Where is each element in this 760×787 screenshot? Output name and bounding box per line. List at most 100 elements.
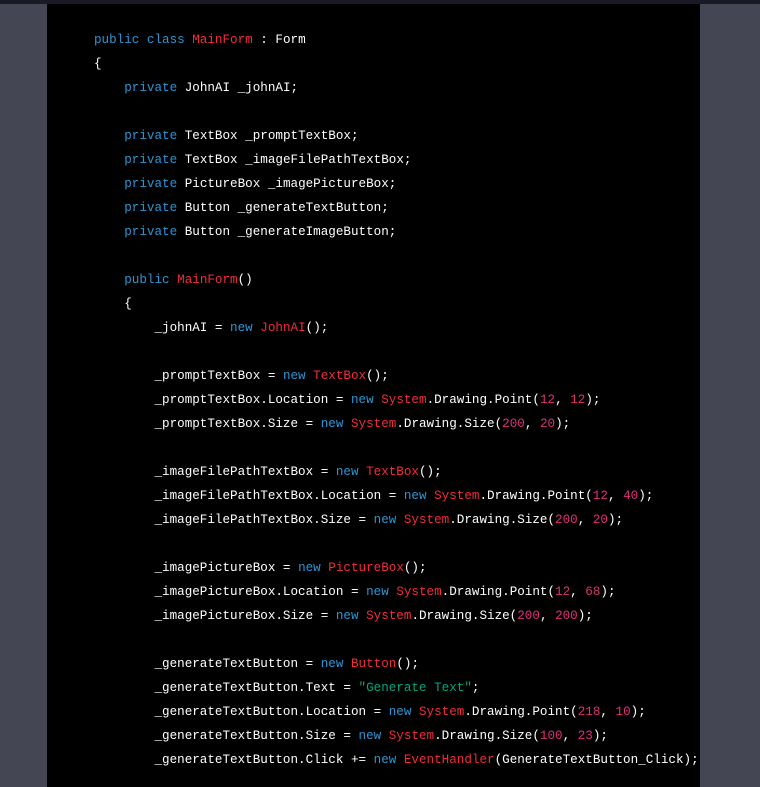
code-token-str: "Generate Text" xyxy=(358,681,472,695)
code-token-kw: new xyxy=(373,513,404,527)
code-token-kw: private xyxy=(94,81,185,95)
code-token-ty: MainForm xyxy=(192,33,253,47)
code-token-num: 12 xyxy=(555,585,571,599)
code-token-pl: _promptTextBox.Size = xyxy=(94,417,321,431)
code-token-pl: .Drawing.Point( xyxy=(441,585,556,599)
code-token-pl: JohnAI _johnAI; xyxy=(184,81,299,95)
code-token-pl: () xyxy=(237,273,253,287)
code-token-pl: _generateTextButton.Text = xyxy=(94,681,359,695)
code-token-ty: System xyxy=(366,609,412,623)
code-token-pl: (); xyxy=(418,465,442,479)
code-token-pl: Button _generateTextButton; xyxy=(184,201,389,215)
code-token-ty: System xyxy=(396,585,442,599)
code-token-kw: new xyxy=(320,417,351,431)
code-token-ty: System xyxy=(418,705,465,719)
code-line: private Button _generateTextButton; xyxy=(94,196,700,220)
code-token-kw: new xyxy=(350,393,382,407)
code-token-ty: System xyxy=(388,729,435,743)
code-token-pl: ); xyxy=(585,393,601,407)
code-token-ty: Button xyxy=(350,657,397,671)
code-line: _generateTextButton.Size = new System.Dr… xyxy=(94,724,700,748)
code-token-ty: TextBox xyxy=(366,465,419,479)
code-token-kw: new xyxy=(230,321,261,335)
code-token-pl: _generateTextButton.Size = xyxy=(94,729,359,743)
code-token-pl: _johnAI = xyxy=(94,321,231,335)
code-token-kw: new xyxy=(320,657,351,671)
code-token-pl: .Drawing.Size( xyxy=(434,729,540,743)
code-token-pl: _generateTextButton.Click += xyxy=(94,753,374,767)
code-token-pl: _promptTextBox.Location = xyxy=(94,393,351,407)
code-token-kw: new xyxy=(358,729,389,743)
code-token-pl: , xyxy=(555,393,571,407)
code-line: private TextBox _imageFilePathTextBox; xyxy=(94,148,700,172)
code-line: public class MainForm : Form xyxy=(94,28,700,52)
code-token-num: 10 xyxy=(615,705,631,719)
code-token-num: 200 xyxy=(555,609,578,623)
code-token-pl: _imageFilePathTextBox.Location = xyxy=(94,489,404,503)
code-token-pl: .Drawing.Point( xyxy=(464,705,578,719)
code-token-pl: PictureBox _imagePictureBox; xyxy=(184,177,397,191)
code-token-ty: MainForm xyxy=(177,273,238,287)
code-token-pl: , xyxy=(607,489,624,503)
code-token-kw: new xyxy=(282,369,314,383)
code-token-pl: ); xyxy=(630,705,646,719)
code-line: _imageFilePathTextBox.Location = new Sys… xyxy=(94,484,700,508)
code-line: { xyxy=(94,292,700,316)
code-token-num: 40 xyxy=(623,489,639,503)
code-content: public class MainForm : Form { private Jo… xyxy=(47,4,700,772)
code-token-ty: JohnAI xyxy=(260,321,306,335)
code-block: public class MainForm : Form { private Jo… xyxy=(47,4,700,787)
code-token-kw: new xyxy=(335,609,367,623)
code-token-pl: _imagePictureBox.Size = xyxy=(94,609,336,623)
code-token-kw: new xyxy=(298,561,329,575)
code-token-pl: _imagePictureBox.Location = xyxy=(94,585,367,599)
code-line: public MainForm() xyxy=(94,268,700,292)
code-token-pl: (); xyxy=(366,369,389,383)
code-token-pl: ); xyxy=(592,729,608,743)
code-token-num: 200 xyxy=(517,609,540,623)
code-token-pl: ); xyxy=(607,513,624,527)
code-line: _promptTextBox.Size = new System.Drawing… xyxy=(94,412,700,436)
code-line: _generateTextButton = new Button(); xyxy=(94,652,700,676)
code-token-pl: , xyxy=(600,705,616,719)
code-line: _generateTextButton.Location = new Syste… xyxy=(94,700,700,724)
code-token-num: 12 xyxy=(570,393,586,407)
code-line: private Button _generateImageButton; xyxy=(94,220,700,244)
code-token-ty: System xyxy=(381,393,427,407)
code-token-pl: .Drawing.Point( xyxy=(479,489,593,503)
code-token-num: 12 xyxy=(539,393,556,407)
code-token-pl: _generateTextButton = xyxy=(94,657,321,671)
code-token-pl: , xyxy=(562,729,578,743)
code-token-kw: private xyxy=(94,153,185,167)
code-token-kw: public class xyxy=(94,33,193,47)
code-token-pl: , xyxy=(570,585,586,599)
code-line: _promptTextBox = new TextBox(); xyxy=(94,364,700,388)
code-token-num: 20 xyxy=(539,417,556,431)
code-token-kw: new xyxy=(366,585,397,599)
code-token-kw: new xyxy=(335,465,367,479)
code-token-pl: .Drawing.Point( xyxy=(426,393,540,407)
code-token-pl: .Drawing.Size( xyxy=(449,513,556,527)
code-line: private TextBox _promptTextBox; xyxy=(94,124,700,148)
code-token-num: 218 xyxy=(577,705,601,719)
code-token-pl: Button _generateImageButton; xyxy=(184,225,397,239)
code-token-pl: ; xyxy=(471,681,480,695)
code-token-num: 20 xyxy=(592,513,608,527)
code-line: _imagePictureBox = new PictureBox(); xyxy=(94,556,700,580)
code-line: _imagePictureBox.Location = new System.D… xyxy=(94,580,700,604)
code-line: _imageFilePathTextBox = new TextBox(); xyxy=(94,460,700,484)
code-token-pl: : Form xyxy=(252,33,306,47)
code-token-pl: ); xyxy=(555,417,571,431)
code-token-kw: new xyxy=(388,705,419,719)
code-line: _imageFilePathTextBox.Size = new System.… xyxy=(94,508,700,532)
code-token-pl: .Drawing.Size( xyxy=(396,417,503,431)
code-token-ty: System xyxy=(350,417,397,431)
code-line: private PictureBox _imagePictureBox; xyxy=(94,172,700,196)
code-token-pl: (); xyxy=(305,321,329,335)
code-line: _promptTextBox.Location = new System.Dra… xyxy=(94,388,700,412)
code-token-pl: .Drawing.Size( xyxy=(411,609,518,623)
